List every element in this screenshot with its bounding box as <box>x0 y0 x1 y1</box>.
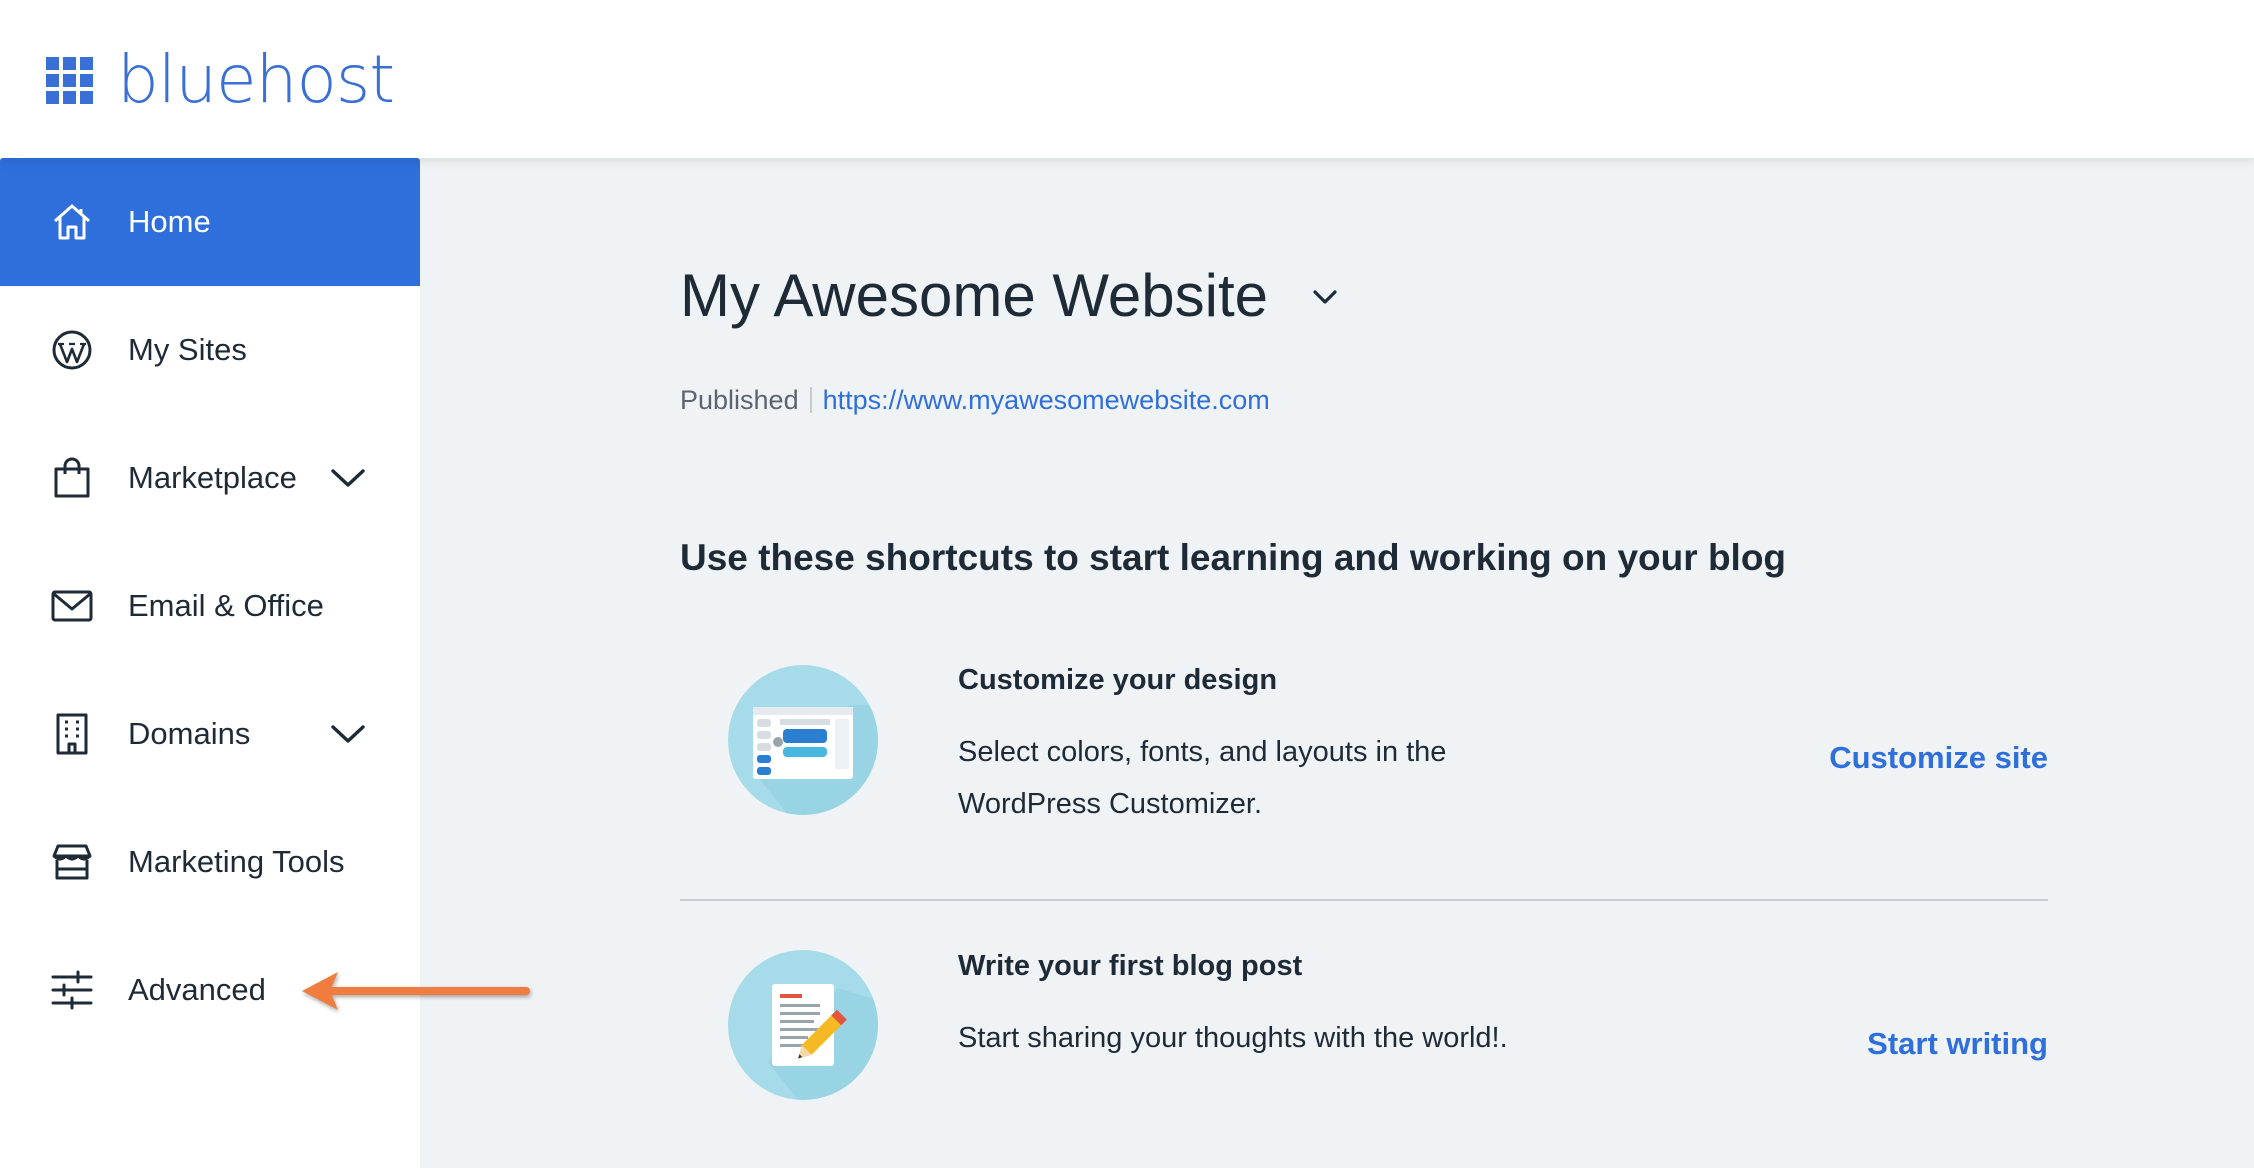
start-writing-link[interactable]: Start writing <box>1720 1022 2048 1066</box>
annotation-arrow-icon <box>302 972 530 1010</box>
card-description: Select colors, fonts, and layouts in the… <box>958 736 1447 820</box>
status-separator <box>809 387 812 413</box>
sidebar-item-label: Email & Office <box>128 588 324 623</box>
envelope-icon <box>51 590 93 622</box>
publish-status: Published <box>680 385 799 415</box>
sidebar-item-label: Advanced <box>128 972 266 1007</box>
shopping-bag-icon <box>54 457 90 498</box>
logo-grid-icon <box>46 56 93 104</box>
sidebar-item-label: Marketing Tools <box>128 844 345 879</box>
site-title[interactable]: My Awesome Website <box>680 256 1268 336</box>
sidebar-item-label: Home <box>128 204 211 239</box>
shortcuts-heading: Use these shortcuts to start learning an… <box>680 537 1787 578</box>
sliders-icon <box>51 970 93 1010</box>
sidebar-item-home[interactable]: Home <box>0 158 420 286</box>
customizer-illustration-icon <box>728 665 878 815</box>
sidebar-item-domains[interactable]: Domains <box>0 670 420 798</box>
card-description: Start sharing your thoughts with the wor… <box>958 1022 1508 1054</box>
building-icon <box>56 713 88 755</box>
chevron-down-icon[interactable] <box>328 716 368 752</box>
bluehost-logo[interactable]: bluehost <box>46 41 395 118</box>
home-icon <box>54 204 90 240</box>
sidebar-item-label: Marketplace <box>128 460 297 495</box>
chevron-down-icon[interactable] <box>328 460 368 496</box>
card-divider <box>680 899 2048 901</box>
logo-text: bluehost <box>117 41 395 118</box>
sidebar-item-email-office[interactable]: Email & Office <box>0 542 420 670</box>
wordpress-icon <box>52 330 92 370</box>
sidebar-item-marketplace[interactable]: Marketplace <box>0 414 420 542</box>
sidebar-item-label: Domains <box>128 716 251 751</box>
card-title: Customize your design <box>958 664 1278 696</box>
sidebar-item-marketing-tools[interactable]: Marketing Tools <box>0 798 420 926</box>
sidebar-item-my-sites[interactable]: My Sites <box>0 286 420 414</box>
sidebar-item-label: My Sites <box>128 332 247 367</box>
main-content: My Awesome Website Published https://www… <box>420 158 2254 1168</box>
top-header: bluehost <box>0 0 2254 158</box>
blog-post-illustration-icon <box>728 950 878 1100</box>
chevron-down-icon[interactable] <box>1308 280 1342 314</box>
site-status-row: Published https://www.myawesomewebsite.c… <box>680 380 1270 420</box>
storefront-icon <box>52 844 92 880</box>
customize-site-link[interactable]: Customize site <box>1720 736 2048 780</box>
site-url-link[interactable]: https://www.myawesomewebsite.com <box>823 380 1270 420</box>
card-title: Write your first blog post <box>958 950 1303 982</box>
